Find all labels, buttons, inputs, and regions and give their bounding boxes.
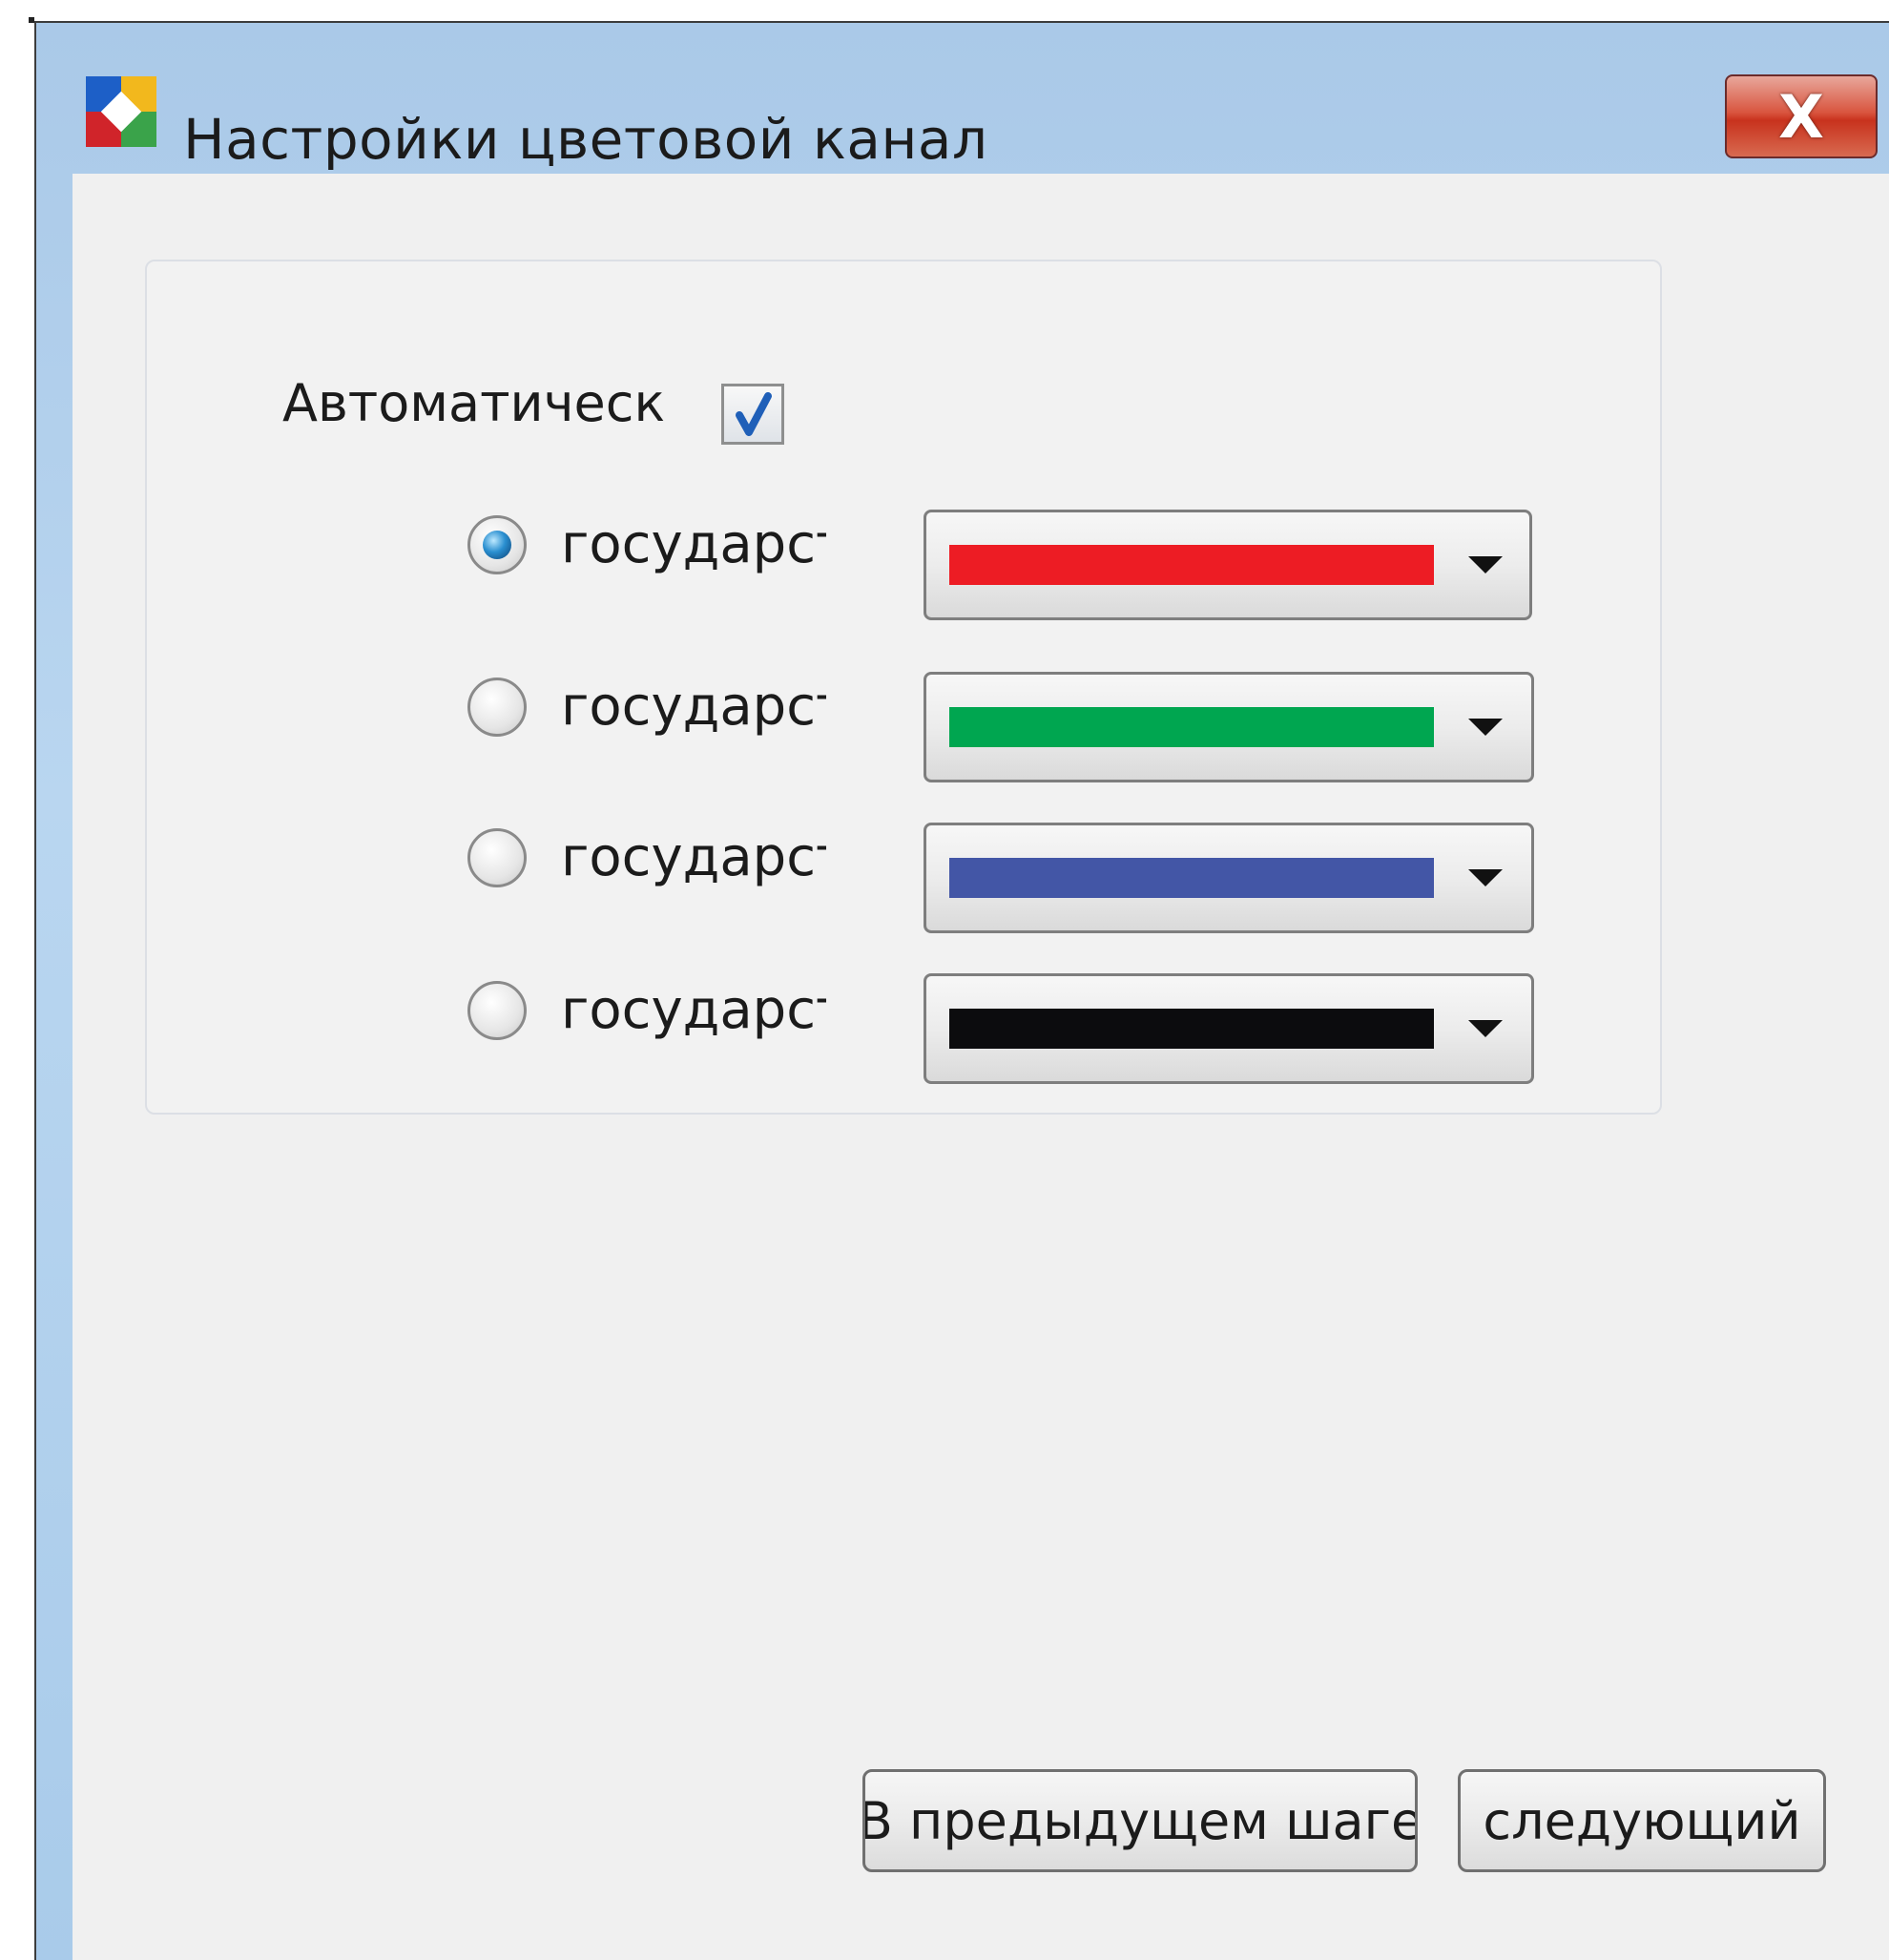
chevron-down-icon [1468, 556, 1503, 573]
channel-radio-3[interactable] [467, 828, 527, 887]
channel-row-4: государст [0, 960, 1889, 1084]
app-logo-icon [86, 76, 156, 147]
channel-radio-4[interactable] [467, 981, 527, 1040]
channel-label-1: государст [561, 513, 826, 575]
window-title: Настройки цветовой канал [183, 107, 988, 172]
chevron-down-icon [1468, 719, 1503, 736]
color-swatch-4 [949, 1009, 1434, 1049]
color-swatch-2 [949, 707, 1434, 747]
chevron-down-icon [1468, 869, 1503, 886]
checkmark-icon [736, 392, 772, 436]
channel-row-2: государст [0, 658, 1889, 782]
channel-label-2: государст [561, 676, 826, 738]
close-button[interactable]: X [1725, 74, 1878, 158]
color-swatch-3 [949, 858, 1434, 898]
channel-row-3: государст [0, 809, 1889, 933]
channel-label-3: государст [561, 826, 826, 888]
color-swatch-1 [949, 545, 1434, 585]
color-dropdown-1[interactable] [924, 510, 1532, 620]
channel-radio-1[interactable] [467, 515, 527, 574]
previous-step-button[interactable]: В предыдущем шаге [862, 1769, 1418, 1872]
auto-checkbox[interactable] [721, 384, 784, 445]
color-dropdown-3[interactable] [924, 823, 1534, 933]
color-dropdown-2[interactable] [924, 672, 1534, 782]
channel-row-1: государст [0, 496, 1889, 620]
auto-checkbox-label: Автоматическ [282, 373, 666, 433]
channel-label-4: государст [561, 979, 826, 1041]
next-button[interactable]: следующий [1458, 1769, 1826, 1872]
title-bar[interactable]: Настройки цветовой канал X [36, 23, 1889, 176]
close-icon: X [1778, 81, 1824, 152]
color-dropdown-4[interactable] [924, 973, 1534, 1084]
channel-radio-2[interactable] [467, 678, 527, 737]
chevron-down-icon [1468, 1020, 1503, 1037]
radio-selected-dot [483, 531, 511, 559]
